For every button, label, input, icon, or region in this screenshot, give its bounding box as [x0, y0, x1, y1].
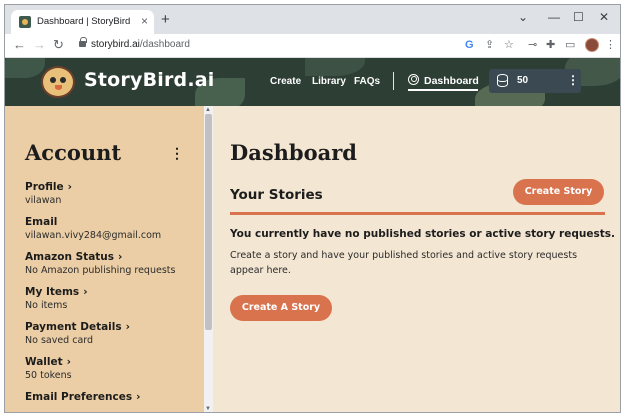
scroll-down-arrow-icon[interactable]: ▼ [205, 406, 211, 412]
nav-create-link[interactable]: Create [270, 76, 301, 87]
close-window-button[interactable]: ✕ [599, 10, 609, 24]
sidebar-item-label: Profile [25, 181, 64, 193]
google-icon[interactable]: G [465, 39, 474, 51]
key-icon[interactable]: ⊸ [528, 39, 537, 51]
chevron-right-icon: › [66, 356, 71, 368]
minimize-button[interactable]: — [548, 10, 560, 24]
browser-window: Dashboard | StoryBird × + ⌄ — ☐ ✕ ← → ↻ … [4, 4, 621, 413]
nav-faqs-link[interactable]: FAQs [354, 76, 380, 87]
scroll-up-arrow-icon[interactable]: ▲ [205, 107, 211, 113]
chevron-right-icon: › [67, 181, 72, 193]
account-sidebar: Account ⋮ Profile › vilawan Email vilawan… [5, 106, 204, 412]
profile-avatar[interactable] [585, 38, 599, 52]
storybird-favicon-icon [19, 16, 31, 28]
sidebar-item-value: 50 tokens [25, 370, 72, 381]
sidebar-scrollbar[interactable]: ▲ ▼ [204, 106, 213, 412]
sidebar-item-label: Email Preferences [25, 391, 133, 403]
empty-state-message: You currently have no published stories … [230, 228, 615, 240]
nav-divider [393, 72, 394, 90]
tab-title: Dashboard | StoryBird [37, 16, 131, 27]
active-nav-underline [408, 89, 478, 91]
sidebar-item-amazon-status[interactable]: Amazon Status › No Amazon publishing requ… [25, 251, 200, 276]
token-count: 50 [517, 75, 529, 86]
dashboard-main: Dashboard Your Stories Create Story You … [213, 106, 620, 412]
sidebar-item-profile[interactable]: Profile › vilawan [25, 181, 200, 206]
sidebar-menu-icon[interactable]: ⋮ [170, 146, 184, 160]
new-tab-button[interactable]: + [161, 12, 170, 27]
back-button[interactable]: ← [13, 37, 26, 53]
sidebar-item-wallet[interactable]: Wallet › 50 tokens [25, 356, 200, 381]
sidebar-item-email-preferences[interactable]: Email Preferences › [25, 391, 200, 403]
sidebar-item-value: vilawan [25, 195, 62, 206]
sidebar-item-email: Email vilawan.vivy284@gmail.com [25, 216, 200, 241]
sidebar-item-label: My Items [25, 286, 80, 298]
sidebar-item-label: Payment Details [25, 321, 122, 333]
sidebar-item-payment-details[interactable]: Payment Details › No saved card [25, 321, 200, 346]
decorative-leaf [305, 58, 365, 76]
site-header: StoryBird.ai Create Library FAQs Dashboa… [5, 58, 620, 106]
sidebar-item-label: Email [25, 216, 58, 228]
bookmark-star-icon[interactable]: ☆ [504, 39, 514, 51]
side-panel-icon[interactable]: ▭ [565, 39, 575, 51]
scrollbar-thumb[interactable] [205, 114, 212, 330]
storybird-logo-icon[interactable] [41, 66, 75, 98]
sidebar-title: Account [25, 140, 122, 165]
tab-search-dropdown-icon[interactable]: ⌄ [518, 10, 528, 24]
forward-button[interactable]: → [33, 37, 46, 53]
decorative-leaf [5, 58, 45, 78]
browser-tab[interactable]: Dashboard | StoryBird × [11, 10, 154, 34]
url-text[interactable]: storybird.ai/dashboard [91, 39, 190, 50]
tab-close-icon[interactable]: × [141, 14, 148, 28]
section-divider [230, 212, 605, 215]
maximize-button[interactable]: ☐ [573, 10, 584, 24]
chevron-right-icon: › [83, 286, 88, 298]
browser-toolbar: ← → ↻ storybird.ai/dashboard G ⇪ ☆ ⊸ ✚ ▭… [5, 34, 620, 58]
token-menu-icon[interactable]: ⋮ [567, 73, 579, 87]
coins-icon [496, 74, 508, 87]
page-title: Dashboard [230, 140, 357, 165]
your-stories-heading: Your Stories [230, 187, 323, 203]
address-bar[interactable]: storybird.ai/dashboard [75, 36, 525, 55]
site-logo-text[interactable]: StoryBird.ai [84, 69, 215, 91]
user-circle-icon [408, 74, 419, 85]
token-balance[interactable]: 50 ⋮ [489, 69, 581, 93]
chevron-right-icon: › [125, 321, 130, 333]
create-story-button[interactable]: Create Story [513, 179, 604, 205]
nav-dashboard-link[interactable]: Dashboard [424, 75, 479, 87]
sidebar-item-value: No items [25, 300, 68, 311]
nav-library-link[interactable]: Library [312, 76, 346, 87]
tab-strip: Dashboard | StoryBird × + ⌄ — ☐ ✕ [5, 5, 620, 34]
extensions-puzzle-icon[interactable]: ✚ [546, 39, 555, 51]
sidebar-item-value: vilawan.vivy284@gmail.com [25, 230, 162, 241]
chevron-right-icon: › [136, 391, 141, 403]
reload-button[interactable]: ↻ [53, 37, 64, 53]
sidebar-item-value: No Amazon publishing requests [25, 265, 176, 276]
sidebar-item-value: No saved card [25, 335, 94, 346]
sidebar-item-my-items[interactable]: My Items › No items [25, 286, 200, 311]
sidebar-item-label: Amazon Status [25, 251, 115, 263]
share-icon[interactable]: ⇪ [485, 39, 494, 51]
sidebar-item-label: Wallet [25, 356, 63, 368]
browser-menu-icon[interactable]: ⋮ [605, 39, 616, 51]
empty-state-description: Create a story and have your published s… [230, 250, 578, 276]
chevron-right-icon: › [118, 251, 123, 263]
create-a-story-button[interactable]: Create A Story [230, 295, 332, 321]
lock-icon[interactable] [79, 37, 87, 47]
